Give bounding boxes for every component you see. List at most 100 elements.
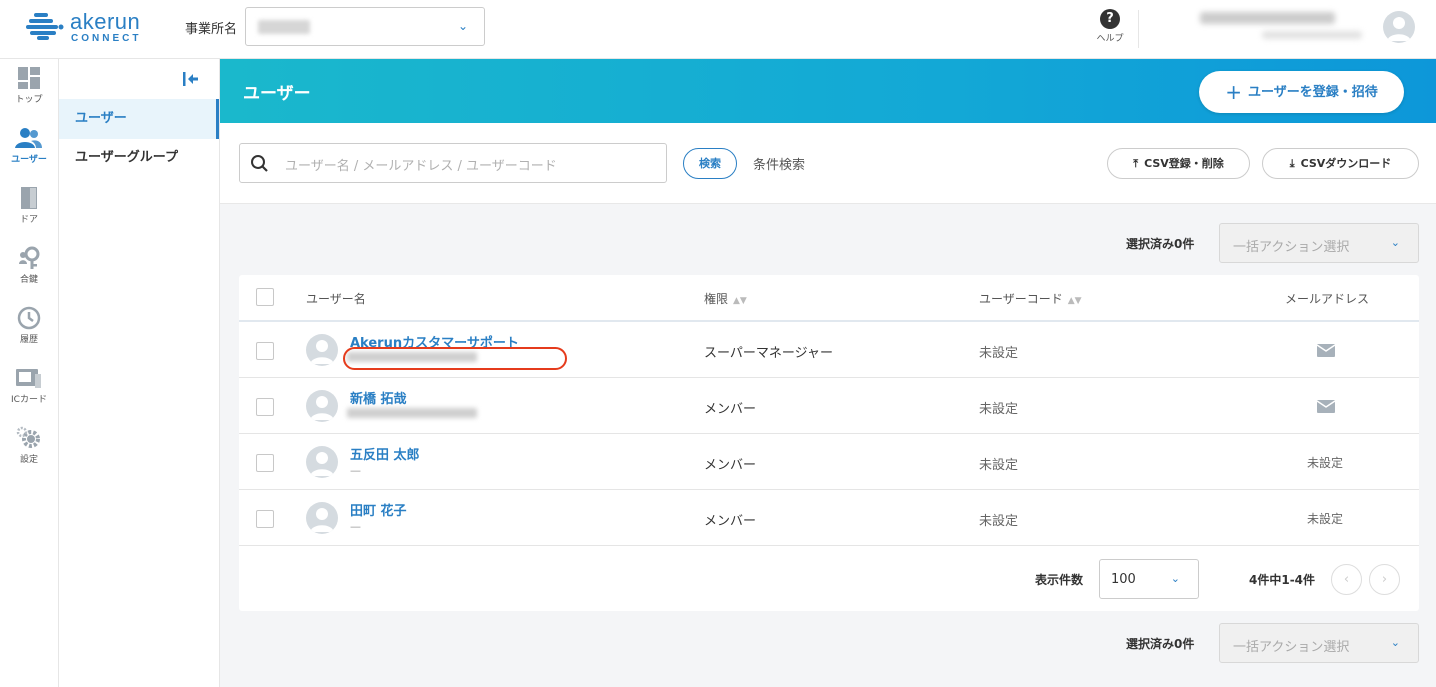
user-name-link[interactable]: 五反田 太郎 (350, 444, 420, 463)
table-row[interactable]: 五反田 太郎 — メンバー 未設定 未設定 (239, 434, 1419, 490)
account-name-blurred[interactable] (1200, 12, 1335, 24)
table-header: ユーザー名 権限 ▲▼ ユーザーコード ▲▼ メールアドレス (239, 275, 1419, 322)
person-icon (310, 396, 334, 420)
user-email: 未設定 (1307, 456, 1344, 470)
column-role-label: 権限 (704, 292, 729, 306)
nav-label: ユーザー (11, 155, 47, 165)
user-code: 未設定 (979, 346, 1019, 361)
header-divider (1138, 10, 1139, 48)
next-page-button[interactable]: › (1369, 564, 1400, 595)
column-header-user-code[interactable]: ユーザーコード ▲▼ (979, 290, 1082, 307)
register-invite-label: ユーザーを登録・招待 (1248, 85, 1378, 100)
table-row[interactable]: Akerunカスタマーサポート スーパーマネージャー 未設定 (239, 322, 1419, 378)
ic-card-icon (16, 369, 41, 388)
column-header-username: ユーザー名 (306, 292, 366, 306)
highlight-annotation (343, 347, 567, 370)
bulk-action-placeholder: 一括アクション選択 (1233, 640, 1350, 655)
person-icon (310, 452, 334, 476)
user-name-link[interactable]: 新橋 拓哉 (350, 388, 407, 407)
selected-count: 選択済み0件 (1126, 637, 1195, 651)
office-name-blurred (258, 20, 310, 34)
sort-icon: ▲▼ (1067, 296, 1082, 306)
search-input[interactable]: ユーザー名 / メールアドレス / ユーザーコード (239, 143, 667, 183)
gear-icon (16, 426, 40, 448)
page-banner: ユーザー + ユーザーを登録・招待 (220, 59, 1436, 123)
nav-item-history[interactable]: 履歴 (0, 299, 58, 357)
row-checkbox[interactable] (256, 454, 274, 472)
csv-register-delete-button[interactable]: ⤒ CSV登録・削除 (1107, 148, 1250, 179)
user-role: メンバー (704, 458, 757, 473)
akerun-logo[interactable]: akerun CONNECT (26, 9, 146, 45)
csv-download-button[interactable]: ⤓ CSVダウンロード (1262, 148, 1419, 179)
sub-nav: ユーザー ユーザーグループ (59, 59, 220, 687)
search-icon (251, 155, 268, 172)
column-header-role[interactable]: 権限 ▲▼ (704, 290, 747, 307)
user-email: 未設定 (1307, 512, 1344, 526)
nav-item-top[interactable]: トップ (0, 59, 58, 117)
nav-item-users[interactable]: ユーザー (0, 119, 58, 177)
user-avatar (306, 334, 338, 366)
nav-label: トップ (15, 95, 43, 105)
mail-icon[interactable] (1317, 344, 1335, 357)
row-checkbox[interactable] (256, 398, 274, 416)
bulk-action-select[interactable]: 一括アクション選択 ⌄ (1219, 223, 1419, 263)
table-row[interactable]: 新橋 拓哉 メンバー 未設定 (239, 378, 1419, 434)
sort-icon: ▲▼ (733, 296, 747, 306)
user-code: 未設定 (979, 514, 1019, 529)
chevron-down-icon: ⌄ (1390, 236, 1400, 249)
user-name-link[interactable]: 田町 花子 (350, 500, 407, 519)
person-icon (310, 340, 334, 364)
search-placeholder: ユーザー名 / メールアドレス / ユーザーコード (285, 159, 557, 174)
user-avatar (306, 390, 338, 422)
nav-item-ic-card[interactable]: ICカード (0, 359, 58, 417)
select-all-checkbox[interactable] (256, 288, 274, 306)
person-icon (1387, 17, 1411, 41)
account-avatar[interactable] (1383, 11, 1415, 43)
upload-icon: ⤒ (1133, 157, 1139, 170)
chevron-down-icon: ⌄ (457, 19, 468, 33)
table-row[interactable]: 田町 花子 — メンバー 未設定 未設定 (239, 490, 1419, 546)
chevron-down-icon: ⌄ (1390, 636, 1400, 649)
brand-sub: CONNECT (71, 33, 142, 44)
user-avatar (306, 446, 338, 478)
per-page-select[interactable]: 100 ⌄ (1099, 559, 1199, 599)
account-email-blurred (1262, 31, 1362, 39)
main-icon-nav: トップ ユーザー ドア 合鍵 履歴 ICカード 設定 (0, 59, 59, 687)
user-sub-text: — (350, 464, 361, 477)
nav-item-settings[interactable]: 設定 (0, 419, 58, 477)
subnav-item-users[interactable]: ユーザー (59, 99, 219, 139)
prev-page-button[interactable]: ‹ (1331, 564, 1362, 595)
bulk-action-select[interactable]: 一括アクション選択 ⌄ (1219, 623, 1419, 663)
per-page-value: 100 (1111, 572, 1136, 587)
download-icon: ⤓ (1289, 157, 1295, 170)
row-checkbox[interactable] (256, 342, 274, 360)
logo-mark-icon (26, 13, 64, 40)
mail-icon[interactable] (1317, 400, 1335, 413)
search-button[interactable]: 検索 (683, 148, 737, 179)
user-role: スーパーマネージャー (704, 346, 833, 361)
collapse-sidebar-button[interactable] (180, 70, 200, 88)
subnav-item-user-groups[interactable]: ユーザーグループ (59, 138, 219, 178)
history-icon (17, 306, 41, 330)
bulk-action-row-top: 選択済み0件 一括アクション選択 ⌄ (220, 223, 1436, 263)
brand-name: akerun (70, 9, 141, 34)
register-invite-user-button[interactable]: + ユーザーを登録・招待 (1199, 71, 1404, 113)
selected-count: 選択済み0件 (1126, 237, 1195, 251)
office-label: 事業所名 (185, 22, 238, 37)
help-button[interactable]: ? ヘルプ (1094, 9, 1126, 49)
user-code: 未設定 (979, 402, 1019, 417)
bulk-action-placeholder: 一括アクション選択 (1233, 240, 1350, 255)
nav-item-door[interactable]: ドア (0, 179, 58, 237)
nav-item-key[interactable]: 合鍵 (0, 239, 58, 297)
office-select[interactable]: ⌄ (245, 7, 485, 46)
door-icon (21, 187, 37, 209)
user-role: メンバー (704, 514, 757, 529)
user-sub-text: — (350, 520, 361, 533)
help-icon: ? (1100, 9, 1120, 29)
page-title: ユーザー (243, 84, 311, 104)
csv-register-label: CSV登録・削除 (1144, 157, 1224, 170)
user-role: メンバー (704, 402, 757, 417)
help-label: ヘルプ (1096, 34, 1124, 44)
row-checkbox[interactable] (256, 510, 274, 528)
condition-search-link[interactable]: 条件検索 (753, 154, 805, 173)
